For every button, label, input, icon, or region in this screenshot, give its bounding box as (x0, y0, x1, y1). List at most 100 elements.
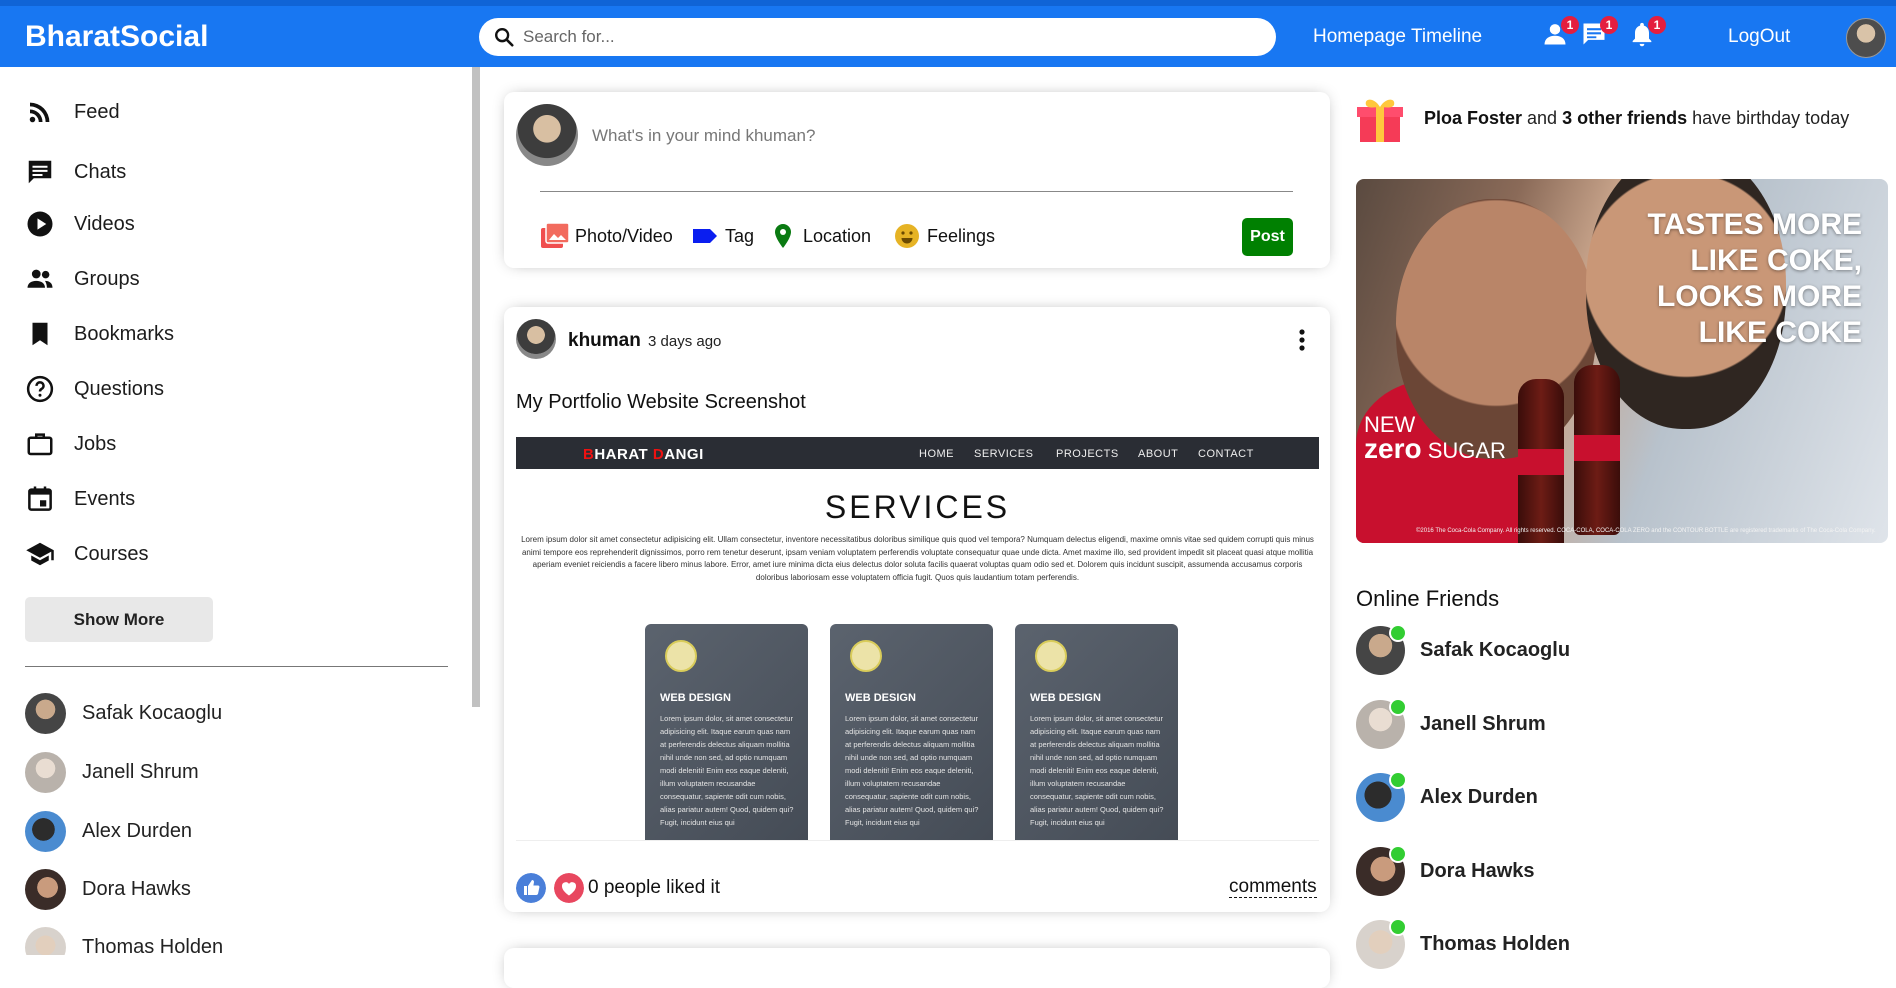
sidebar-item-videos[interactable]: Videos (25, 209, 135, 239)
friend-list-item[interactable]: Dora Hawks (25, 869, 191, 910)
top-bar: BharatSocial Homepage Timeline 1 1 1 Log… (0, 0, 1896, 67)
share-box: What's in your mind khuman? Photo/Video … (504, 92, 1330, 268)
post-button[interactable]: Post (1242, 218, 1293, 256)
friend-name: Dora Hawks (1420, 860, 1535, 882)
homepage-link[interactable]: Homepage (1313, 26, 1406, 48)
option-label: Feelings (927, 225, 996, 246)
option-label: Tag (725, 225, 755, 246)
option-label: Location (803, 225, 872, 246)
sidebar-item-groups[interactable]: Groups (25, 264, 140, 294)
avatar (1356, 698, 1407, 749)
sidebar-item-label: Bookmarks (74, 322, 175, 345)
online-status-dot (1389, 698, 1407, 716)
post-image[interactable]: BHARAT DANGI HOME SERVICES PROJECTS ABOU… (516, 437, 1319, 840)
comments-link[interactable]: comments (1229, 877, 1317, 898)
school-icon (26, 542, 54, 566)
screenshot-menu-item: ABOUT (1138, 448, 1179, 460)
sidebar-divider (25, 666, 448, 667)
notifications-badge: 1 (1648, 16, 1666, 34)
share-divider (540, 191, 1293, 192)
service-logo-icon (850, 640, 882, 672)
sidebar-item-label: Videos (74, 212, 135, 235)
online-friend-item[interactable]: Alex Durden (1356, 771, 1538, 822)
birthday-text: Ploa Foster and 3 other friends have bir… (1424, 107, 1850, 128)
ad-bottle (1518, 379, 1564, 543)
friend-name: Janell Shrum (82, 761, 199, 783)
online-status-dot (1389, 624, 1407, 642)
notifications-button[interactable]: 1 (1628, 16, 1666, 50)
sidebar-item-chats[interactable]: Chats (25, 157, 126, 187)
sidebar-item-questions[interactable]: Questions (25, 374, 164, 404)
rss-feed-icon (29, 102, 50, 123)
avatar (1356, 918, 1407, 969)
like-thumb-icon[interactable] (516, 873, 546, 903)
show-more-button[interactable]: Show More (25, 597, 213, 642)
search-bar[interactable] (479, 18, 1276, 56)
screenshot-title: SERVICES (824, 489, 1011, 525)
friend-list-item[interactable]: Thomas Holden (25, 927, 223, 955)
option-label: Photo/Video (575, 225, 673, 246)
ad-banner[interactable]: TASTES MORE LIKE COKE, LOOKS MORE LIKE C… (1356, 179, 1888, 543)
share-option-tag[interactable]: Tag (690, 222, 754, 250)
share-option-photo-video[interactable]: Photo/Video (540, 222, 673, 250)
heart-icon[interactable] (554, 873, 584, 903)
sidebar-item-jobs[interactable]: Jobs (25, 429, 116, 459)
sidebar-item-events[interactable]: Events (25, 484, 135, 514)
more-vert-icon[interactable] (1292, 327, 1312, 353)
online-friend-item[interactable]: Dora Hawks (1356, 845, 1535, 896)
label-tag-icon (693, 229, 717, 243)
service-card-text: Lorem ipsum dolor, sit amet consectetur … (845, 714, 979, 827)
share-input[interactable]: What's in your mind khuman? (592, 126, 815, 146)
sidebar-scrollbar[interactable] (472, 67, 480, 707)
ad-bottle (1574, 365, 1620, 535)
group-icon (27, 269, 53, 288)
friend-list-item[interactable]: Alex Durden (25, 811, 192, 852)
post-divider (516, 840, 1319, 841)
help-circle-icon (26, 375, 54, 403)
avatar (516, 104, 578, 166)
online-status-dot (1389, 771, 1407, 789)
sidebar-item-courses[interactable]: Courses (25, 539, 148, 569)
screenshot-navbar: BHARAT DANGI HOME SERVICES PROJECTS ABOU… (516, 437, 1319, 469)
screenshot-menu-item: HOME (919, 448, 954, 460)
friend-name: Alex Durden (1420, 786, 1538, 808)
sidebar-item-feed[interactable]: Feed (25, 97, 120, 127)
logout-link[interactable]: LogOut (1728, 26, 1790, 48)
online-status-dot (1389, 845, 1407, 863)
sidebar-item-label: Jobs (74, 432, 117, 455)
online-friend-item[interactable]: Safak Kocaoglu (1356, 624, 1570, 675)
online-friend-item[interactable]: Thomas Holden (1356, 918, 1570, 969)
share-option-feelings[interactable]: Feelings (892, 222, 995, 250)
service-logo-icon (1035, 640, 1067, 672)
post-author-name[interactable]: khuman (568, 330, 641, 352)
sidebar-item-bookmarks[interactable]: Bookmarks (25, 319, 174, 349)
avatar (25, 869, 66, 910)
timeline-link[interactable]: Timeline (1411, 26, 1482, 48)
profile-avatar[interactable] (1846, 18, 1886, 58)
friend-list-item[interactable]: Janell Shrum (25, 752, 199, 793)
share-option-location[interactable]: Location (768, 222, 871, 250)
friend-list-item[interactable]: Safak Kocaoglu (25, 693, 222, 734)
sidebar-item-label: Feed (74, 100, 120, 123)
post-card: khuman 3 days ago My Portfolio Website S… (504, 307, 1330, 912)
post-text: My Portfolio Website Screenshot (516, 391, 806, 413)
screenshot-service-card: WEB DESIGN Lorem ipsum dolor, sit amet c… (830, 624, 993, 840)
messages-button[interactable]: 1 (1580, 16, 1618, 50)
gift-icon (1357, 99, 1403, 142)
avatar (1356, 624, 1407, 675)
search-input[interactable] (523, 27, 1223, 47)
next-post-card (504, 948, 1330, 988)
emoji-icon (895, 224, 919, 248)
screenshot-menu-item: PROJECTS (1056, 448, 1119, 460)
post-author-avatar[interactable] (516, 319, 556, 359)
screenshot-brand: BHARAT DANGI (583, 446, 704, 463)
sidebar-item-label: Groups (74, 267, 140, 290)
search-icon (495, 28, 514, 47)
screenshot-service-card: WEB DESIGN Lorem ipsum dolor, sit amet c… (1015, 624, 1178, 840)
brand-logo[interactable]: BharatSocial (25, 20, 208, 54)
service-card-title: WEB DESIGN (1030, 692, 1101, 704)
online-friend-item[interactable]: Janell Shrum (1356, 698, 1546, 749)
ad-slogan: TASTES MORE LIKE COKE, LOOKS MORE LIKE C… (1647, 208, 1862, 349)
friend-requests-button[interactable]: 1 (1541, 16, 1579, 50)
calendar-icon (28, 486, 52, 511)
